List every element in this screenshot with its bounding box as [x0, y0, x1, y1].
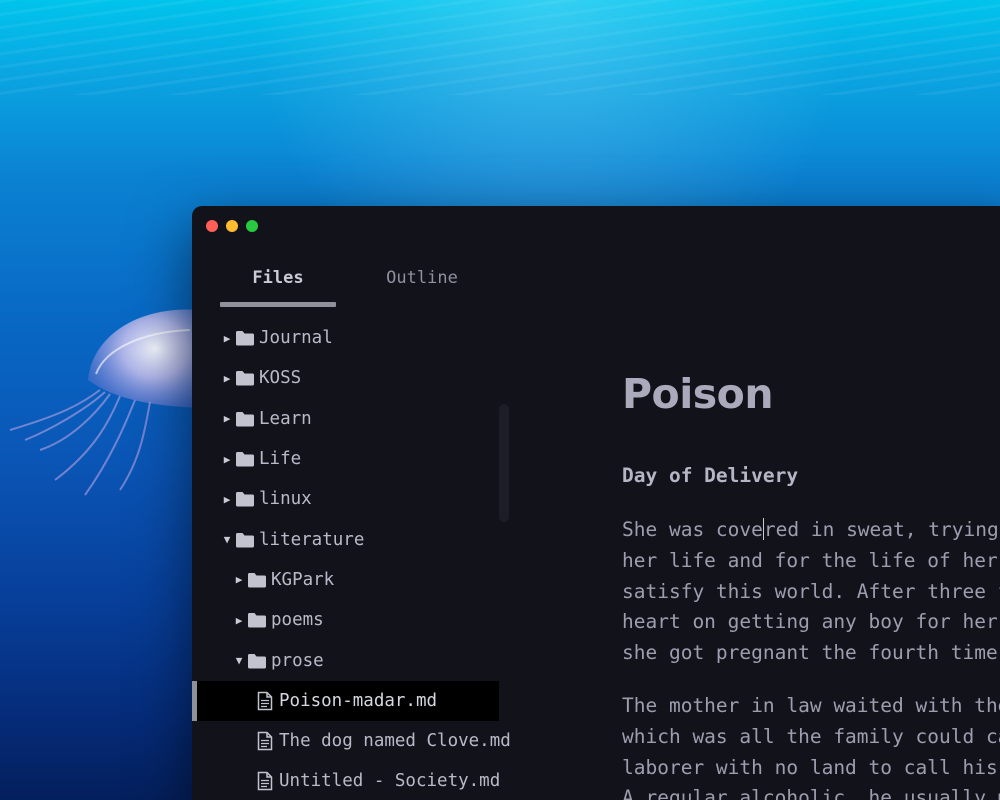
- sidebar-scrollbar[interactable]: [499, 404, 509, 522]
- tree-item-label: KOSS: [259, 368, 302, 389]
- tree-item-poems[interactable]: ▶ poems: [192, 600, 499, 640]
- tab-outline-label: Outline: [386, 268, 458, 288]
- paragraph-line: heart on getting any boy for her fa: [622, 610, 1000, 634]
- caret-right-icon[interactable]: ▶: [220, 412, 234, 425]
- paragraph-line: The mother in law waited with the t: [622, 694, 1000, 717]
- tree-item-learn[interactable]: ▶ Learn: [192, 399, 499, 439]
- tree-item-prose[interactable]: ▼ prose: [192, 640, 499, 680]
- tree-item-label: KGPark: [271, 569, 335, 590]
- folder-icon: [235, 370, 255, 386]
- document-title: Poison: [622, 370, 774, 418]
- folder-icon: [235, 491, 255, 507]
- tree-item-journal[interactable]: ▶ Journal: [192, 318, 499, 358]
- paragraph-line: which was all the family could call: [622, 724, 1000, 748]
- sidebar: Files Outline ▶ Journal ▶ KOSS ▶ Learn ▶ Life ▶ l…: [192, 206, 511, 800]
- paragraph-line: A regular alcoholic, he usually mad: [622, 786, 1000, 800]
- caret-right-icon[interactable]: ▶: [220, 493, 234, 506]
- editor-pane[interactable]: Poison Day of Delivery She was covered i…: [622, 206, 1000, 800]
- paragraph-1: She was covered in sweat, trying as her …: [622, 515, 1000, 669]
- app-window: Files Outline ▶ Journal ▶ KOSS ▶ Learn ▶ Life ▶ l…: [192, 206, 1000, 800]
- paragraph-line: satisfy this world. After three fai: [622, 579, 1000, 603]
- folder-icon: [235, 411, 255, 427]
- caret-down-icon[interactable]: ▼: [232, 654, 246, 667]
- folder-icon: [247, 572, 267, 588]
- tree-item-label: Journal: [259, 328, 333, 349]
- paragraph-2: The mother in law waited with the t whic…: [622, 691, 1000, 800]
- file-icon: [256, 731, 274, 751]
- file-icon: [256, 691, 274, 711]
- tree-item-the-dog-named-clove-md[interactable]: The dog named Clove.md: [192, 721, 511, 761]
- section-heading: Day of Delivery: [622, 464, 799, 487]
- folder-icon: [235, 330, 255, 346]
- tree-item-life[interactable]: ▶ Life: [192, 439, 499, 479]
- tab-files-label: Files: [252, 268, 304, 288]
- folder-icon: [247, 612, 267, 628]
- folder-icon: [235, 451, 255, 467]
- tree-item-label: Poison-madar.md: [279, 690, 438, 711]
- tree-item-label: poems: [271, 610, 324, 631]
- tree-item-label: Life: [259, 449, 302, 470]
- file-tree: ▶ Journal ▶ KOSS ▶ Learn ▶ Life ▶ linux ▼ literatur…: [192, 318, 511, 800]
- tree-item-koss[interactable]: ▶ KOSS: [192, 358, 499, 398]
- tree-item-label: linux: [259, 489, 312, 510]
- selection-indicator: [192, 680, 197, 721]
- caret-right-icon[interactable]: ▶: [232, 573, 246, 586]
- paragraph-line: laborer with no land to call his ow: [622, 755, 1000, 779]
- sidebar-tabs: Files Outline: [220, 266, 500, 308]
- tree-item-untitled-society-md[interactable]: Untitled - Society.md: [192, 761, 501, 800]
- tree-item-poison-madar-md[interactable]: Poison-madar.md: [192, 680, 499, 721]
- tree-item-label: The dog named Clove.md: [279, 731, 511, 752]
- caret-down-icon[interactable]: ▼: [220, 533, 234, 546]
- tree-item-label: Learn: [259, 408, 312, 429]
- folder-icon: [247, 653, 267, 669]
- tree-item-label: Untitled - Society.md: [279, 771, 501, 792]
- paragraph-line: her life and for the life of her ch: [622, 548, 1000, 572]
- caret-right-icon[interactable]: ▶: [220, 332, 234, 345]
- tree-item-literature[interactable]: ▼ literature: [192, 519, 499, 559]
- caret-right-icon[interactable]: ▶: [220, 453, 234, 466]
- caret-right-icon[interactable]: ▶: [220, 372, 234, 385]
- caret-right-icon[interactable]: ▶: [232, 614, 246, 627]
- tree-item-label: prose: [271, 650, 324, 671]
- tree-item-kgpark[interactable]: ▶ KGPark: [192, 560, 499, 600]
- active-tab-indicator: [220, 302, 336, 307]
- paragraph-line: She was covered in sweat, trying as: [622, 518, 1000, 541]
- tab-outline[interactable]: Outline: [360, 266, 484, 308]
- tree-item-label: literature: [259, 529, 365, 550]
- file-icon: [256, 771, 274, 791]
- tree-item-linux[interactable]: ▶ linux: [192, 479, 499, 519]
- folder-icon: [235, 532, 255, 548]
- paragraph-line: she got pregnant the fourth time.: [622, 641, 1000, 665]
- jellyfish-wallpaper-image: [0, 290, 200, 520]
